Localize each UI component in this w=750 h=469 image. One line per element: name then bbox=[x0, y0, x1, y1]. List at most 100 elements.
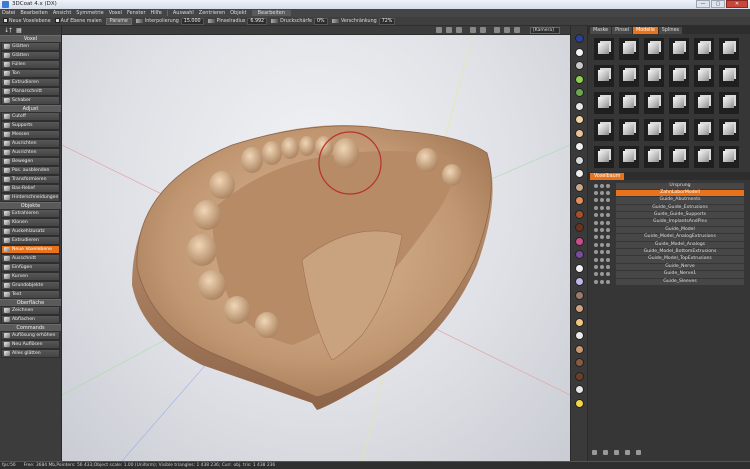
eye-icon[interactable] bbox=[594, 242, 598, 247]
tool-button[interactable]: Extrudieren bbox=[1, 236, 60, 245]
eye-icon[interactable] bbox=[600, 250, 604, 255]
camera-select[interactable]: [Kamera] bbox=[530, 27, 560, 34]
color-swatch[interactable] bbox=[575, 74, 584, 84]
tool-button[interactable]: Ausschnitt bbox=[1, 254, 60, 263]
voxel-layer-row[interactable]: Guide_Sleeves bbox=[588, 278, 750, 285]
model-thumbnail[interactable] bbox=[594, 146, 614, 168]
eye-icon[interactable] bbox=[600, 264, 604, 269]
menu-object[interactable]: Objekt bbox=[230, 10, 246, 16]
color-swatch[interactable] bbox=[575, 398, 584, 408]
folder-icon[interactable] bbox=[603, 450, 608, 455]
eye-icon[interactable] bbox=[606, 205, 610, 210]
voxel-layer-row[interactable]: Guide_Guide_Extrusions bbox=[588, 204, 750, 212]
menu-center[interactable]: Zentrieren bbox=[199, 10, 225, 16]
menu-view[interactable]: Ansicht bbox=[53, 10, 71, 16]
eye-icon[interactable] bbox=[594, 220, 598, 225]
color-swatch[interactable] bbox=[575, 115, 584, 124]
params-button[interactable]: Parame bbox=[105, 17, 132, 25]
wireframe-icon[interactable] bbox=[446, 27, 452, 33]
maximize-button[interactable]: ▢ bbox=[711, 0, 725, 8]
tool-button[interactable]: Kurven bbox=[1, 272, 60, 281]
grid-icon[interactable]: ▦ bbox=[16, 27, 22, 34]
model-thumbnail[interactable] bbox=[694, 92, 714, 114]
eye-icon[interactable] bbox=[594, 183, 598, 188]
strength-field[interactable]: Druckschärfe 0% bbox=[271, 17, 328, 25]
layer-name[interactable]: Guide_ImplantsAndPins bbox=[616, 219, 744, 226]
model-thumbnail[interactable] bbox=[619, 38, 639, 60]
menu-help[interactable]: Hilfe bbox=[151, 10, 162, 16]
model-thumbnail[interactable] bbox=[594, 92, 614, 114]
model-thumbnail[interactable] bbox=[719, 65, 739, 87]
model-thumbnail[interactable] bbox=[619, 119, 639, 141]
eye-icon[interactable] bbox=[594, 250, 598, 255]
render-mode-icon[interactable] bbox=[436, 27, 442, 33]
model-thumbnail[interactable] bbox=[594, 38, 614, 60]
model-thumbnail[interactable] bbox=[644, 146, 664, 168]
model-thumbnail[interactable] bbox=[719, 119, 739, 141]
tab-models[interactable]: Modelle bbox=[633, 27, 658, 34]
eye-icon[interactable] bbox=[606, 220, 610, 225]
layer-visibility-icons[interactable] bbox=[588, 272, 616, 277]
layer-visibility-icons[interactable] bbox=[588, 191, 616, 196]
eye-icon[interactable] bbox=[606, 213, 610, 218]
layer-name[interactable]: Guide_Model_BottomExtrusions bbox=[616, 249, 744, 256]
eye-icon[interactable] bbox=[606, 242, 610, 247]
layer-visibility-icons[interactable] bbox=[588, 235, 616, 240]
model-thumbnail[interactable] bbox=[644, 65, 664, 87]
color-swatch[interactable] bbox=[575, 277, 584, 286]
layer-name[interactable]: ZahnLaborModell bbox=[616, 189, 744, 197]
model-thumbnail[interactable] bbox=[719, 92, 739, 114]
model-thumbnail[interactable] bbox=[644, 119, 664, 141]
layer-name[interactable]: Guide_Model_Analogs bbox=[616, 241, 744, 249]
model-thumbnail[interactable] bbox=[669, 146, 689, 168]
tab-voxel-tree[interactable]: Voxelbaum bbox=[590, 173, 625, 180]
tool-button[interactable]: Auflösung erhöhen bbox=[1, 331, 60, 340]
layer-name[interactable]: Ursprung bbox=[616, 182, 744, 189]
model-thumbnail[interactable] bbox=[669, 65, 689, 87]
tool-button[interactable]: Auskehlzusatz bbox=[1, 227, 60, 236]
layer-visibility-icons[interactable] bbox=[588, 213, 616, 218]
color-swatch[interactable] bbox=[575, 128, 584, 138]
tool-button[interactable]: Ausrichten bbox=[1, 139, 60, 148]
menu-voxel[interactable]: Voxel bbox=[109, 10, 122, 16]
tab-splines[interactable]: Splines bbox=[658, 27, 683, 34]
axis-icon[interactable] bbox=[480, 27, 486, 33]
tool-button[interactable]: Glätten bbox=[1, 42, 60, 51]
tool-button[interactable]: Zeichnen bbox=[1, 306, 60, 315]
layer-visibility-icons[interactable] bbox=[588, 279, 616, 284]
layer-visibility-icons[interactable] bbox=[588, 183, 616, 188]
tool-button[interactable]: Neu Auflösen bbox=[1, 340, 60, 349]
tool-button[interactable]: Bewegen bbox=[1, 157, 60, 166]
eye-icon[interactable] bbox=[606, 228, 610, 233]
color-swatch[interactable] bbox=[575, 250, 584, 259]
eye-icon[interactable] bbox=[594, 228, 598, 233]
eye-icon[interactable] bbox=[600, 228, 604, 233]
layer-name[interactable]: Guide_Model_TopExtrusions bbox=[616, 256, 744, 263]
shading-icon[interactable] bbox=[456, 27, 462, 33]
color-swatch[interactable] bbox=[575, 61, 584, 70]
eye-icon[interactable] bbox=[594, 272, 598, 277]
voxel-layer-row[interactable]: Guide_Nerve1 bbox=[588, 271, 750, 278]
smoothing-field[interactable]: Verschränkung 72% bbox=[331, 17, 396, 25]
voxel-layer-row[interactable]: Guide_Abutments bbox=[588, 197, 750, 204]
tool-button[interactable]: Grundobjekte bbox=[1, 281, 60, 290]
copy-icon[interactable] bbox=[614, 450, 619, 455]
layer-name[interactable]: Guide_Nerve1 bbox=[616, 271, 744, 278]
tab-mask[interactable]: Maske bbox=[590, 27, 612, 34]
menu-symmetry[interactable]: Symmetrie bbox=[76, 10, 103, 16]
color-swatch[interactable] bbox=[575, 47, 584, 57]
layer-visibility-icons[interactable] bbox=[588, 220, 616, 225]
menu-edit[interactable]: Bearbeiten bbox=[20, 10, 47, 16]
color-swatch[interactable] bbox=[575, 223, 584, 232]
color-swatch[interactable] bbox=[575, 385, 584, 394]
model-thumbnail[interactable] bbox=[669, 38, 689, 60]
merge-icon[interactable] bbox=[625, 450, 630, 455]
voxel-layer-row[interactable]: Guide_Model_Analogs bbox=[588, 241, 750, 249]
color-swatch[interactable] bbox=[575, 344, 584, 354]
eye-icon[interactable] bbox=[594, 257, 598, 262]
eye-icon[interactable] bbox=[594, 279, 598, 284]
tool-button[interactable]: Extrudieren bbox=[1, 78, 60, 87]
layer-name[interactable]: Guide_Nerve bbox=[616, 263, 744, 271]
voxel-layer-row[interactable]: Guide_Model_BottomExtrusions bbox=[588, 249, 750, 256]
model-thumbnail[interactable] bbox=[644, 38, 664, 60]
